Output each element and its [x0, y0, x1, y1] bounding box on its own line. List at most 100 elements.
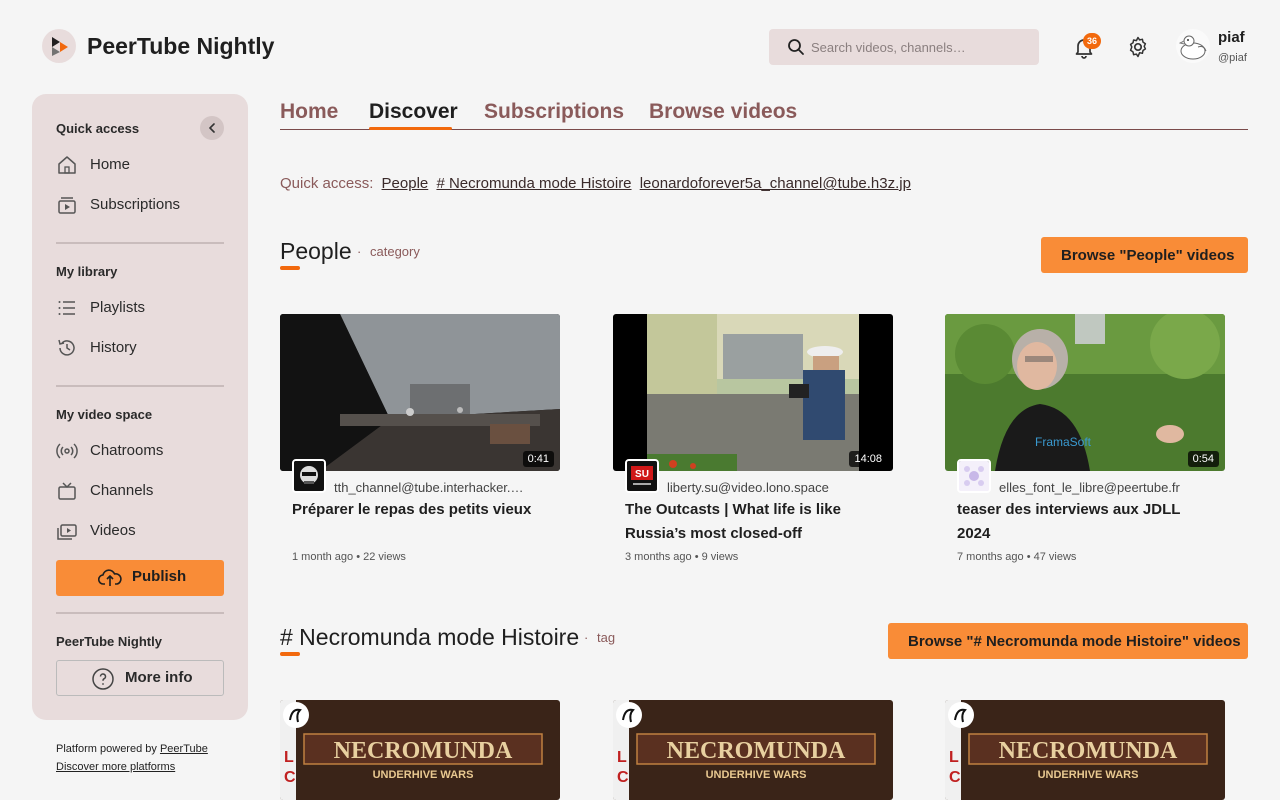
video-thumbnail[interactable]: L C NECROMUNDA UNDERHIVE WARS: [945, 700, 1225, 800]
sidebar: Quick access Home Subscriptions My libra…: [32, 94, 248, 720]
tab-subscriptions[interactable]: Subscriptions: [484, 100, 624, 124]
section-kind: tag: [597, 630, 616, 645]
discover-platforms-link[interactable]: Discover more platforms: [56, 761, 175, 773]
sidebar-item-label: Chatrooms: [90, 442, 164, 459]
sidebar-item-videos[interactable]: Videos: [56, 518, 224, 546]
broadcast-icon: [56, 443, 78, 459]
notification-badge: 36: [1083, 33, 1101, 49]
video-thumbnail[interactable]: 14:08: [613, 314, 893, 471]
search-bar[interactable]: [769, 29, 1039, 65]
upload-cloud-icon: [98, 569, 122, 586]
channel-avatar[interactable]: SU: [625, 459, 659, 493]
user-handle: @piaf: [1218, 52, 1247, 64]
active-tab-indicator: [369, 127, 452, 130]
browse-people-button[interactable]: Browse "People" videos: [1041, 237, 1248, 273]
section-title[interactable]: # Necromunda mode Histoire: [280, 624, 579, 651]
thumb-title: NECROMUNDA: [667, 738, 846, 764]
sidebar-item-label: Playlists: [90, 299, 146, 316]
search-input[interactable]: [811, 37, 1026, 57]
svg-text:L: L: [284, 749, 294, 766]
app-title[interactable]: PeerTube Nightly: [87, 33, 274, 60]
powered-prefix: Platform powered by: [56, 743, 157, 755]
sidebar-item-subscriptions[interactable]: Subscriptions: [56, 192, 224, 220]
separator-dot: ·: [584, 630, 589, 645]
sidebar-divider: [56, 612, 224, 614]
tab-home[interactable]: Home: [280, 100, 338, 124]
video-duration: 0:41: [522, 451, 554, 467]
gear-icon[interactable]: [1126, 35, 1150, 59]
sidebar-item-chatrooms[interactable]: Chatrooms: [56, 438, 224, 466]
user-name[interactable]: piaf: [1218, 29, 1245, 46]
video-meta: 3 months ago • 9 views: [625, 551, 739, 563]
peertube-link[interactable]: PeerTube: [160, 743, 208, 755]
tab-discover[interactable]: Discover: [369, 100, 458, 124]
tv-icon: [58, 482, 76, 500]
sidebar-item-label: Channels: [90, 482, 154, 499]
more-info-label: More info: [125, 669, 193, 686]
thumb-subtitle: UNDERHIVE WARS: [706, 769, 807, 781]
sidebar-item-label: Subscriptions: [90, 196, 181, 213]
thumb-title: NECROMUNDA: [334, 738, 513, 764]
svg-text:SU: SU: [635, 469, 649, 480]
thumb-subtitle: UNDERHIVE WARS: [373, 769, 474, 781]
video-meta: 7 months ago • 47 views: [957, 551, 1077, 563]
section-underline: [280, 266, 300, 270]
browse-necromunda-button[interactable]: Browse "# Necromunda mode Histoire" vide…: [888, 623, 1248, 659]
video-space-title: My video space: [56, 407, 153, 422]
video-title[interactable]: Préparer le repas des petits vieux: [292, 498, 532, 522]
main-tabs: Home Discover Subscriptions Browse video…: [280, 98, 1248, 130]
help-circle-icon: [92, 668, 114, 690]
videos-icon: [57, 524, 77, 540]
quick-access-title: Quick access: [56, 121, 140, 136]
quick-link-people[interactable]: People: [382, 175, 429, 192]
video-meta: 1 month ago • 22 views: [292, 551, 406, 563]
section-title[interactable]: People: [280, 238, 352, 265]
user-avatar[interactable]: [1176, 29, 1210, 63]
sidebar-item-label: Home: [90, 156, 131, 173]
chevron-left-icon: [209, 123, 215, 133]
tab-browse-videos[interactable]: Browse videos: [649, 100, 797, 124]
quick-link-channel[interactable]: leonardoforever5a_channel@tube.h3z.jp: [640, 175, 911, 192]
more-info-button[interactable]: More info: [56, 660, 224, 696]
video-duration: 14:08: [849, 451, 887, 467]
library-title: My library: [56, 264, 118, 279]
channel-name[interactable]: tth_channel@tube.interhacker.space: [334, 480, 524, 495]
quick-access-label: Quick access:: [280, 175, 374, 192]
subscriptions-icon: [58, 197, 76, 214]
channel-avatar[interactable]: [957, 459, 991, 493]
section-kind: category: [370, 244, 420, 259]
quick-link-necromunda[interactable]: # Necromunda mode Histoire: [436, 175, 631, 192]
svg-text:C: C: [617, 769, 629, 786]
home-icon: [58, 156, 76, 174]
svg-text:C: C: [284, 769, 296, 786]
svg-text:C: C: [949, 769, 961, 786]
video-title[interactable]: The Outcasts | What life is like Russia’…: [625, 498, 865, 546]
svg-text:L: L: [617, 749, 627, 766]
channel-name[interactable]: elles_font_le_libre@peertube.fr: [999, 480, 1189, 495]
sidebar-item-playlists[interactable]: Playlists: [56, 295, 224, 323]
svg-text:FramaSoft: FramaSoft: [1035, 435, 1092, 449]
video-thumbnail[interactable]: L C NECROMUNDA UNDERHIVE WARS: [280, 700, 560, 800]
header: PeerTube Nightly 36 piaf @piaf: [0, 0, 1280, 94]
peertube-logo-icon[interactable]: [42, 29, 76, 63]
collapse-sidebar-button[interactable]: [200, 116, 224, 140]
sidebar-item-history[interactable]: History: [56, 335, 224, 363]
thumb-subtitle: UNDERHIVE WARS: [1038, 769, 1139, 781]
publish-button[interactable]: Publish: [56, 560, 224, 596]
sidebar-divider: [56, 385, 224, 387]
video-thumbnail[interactable]: L C NECROMUNDA UNDERHIVE WARS: [613, 700, 893, 800]
sidebar-item-home[interactable]: Home: [56, 152, 224, 180]
separator-dot: ·: [357, 244, 362, 259]
channel-name[interactable]: liberty.su@video.lono.space: [667, 480, 857, 495]
video-thumbnail[interactable]: FramaSoft 0:54: [945, 314, 1225, 471]
sidebar-item-label: Videos: [90, 522, 136, 539]
svg-text:L: L: [949, 749, 959, 766]
powered-by: Platform powered by PeerTube: [56, 743, 208, 755]
channel-avatar[interactable]: [292, 459, 326, 493]
video-title[interactable]: teaser des interviews aux JDLL 2024: [957, 498, 1197, 546]
history-icon: [58, 339, 75, 356]
sidebar-item-channels[interactable]: Channels: [56, 478, 224, 506]
playlists-icon: [58, 301, 75, 315]
discover-platforms: Discover more platforms: [56, 761, 175, 773]
video-thumbnail[interactable]: 0:41: [280, 314, 560, 471]
